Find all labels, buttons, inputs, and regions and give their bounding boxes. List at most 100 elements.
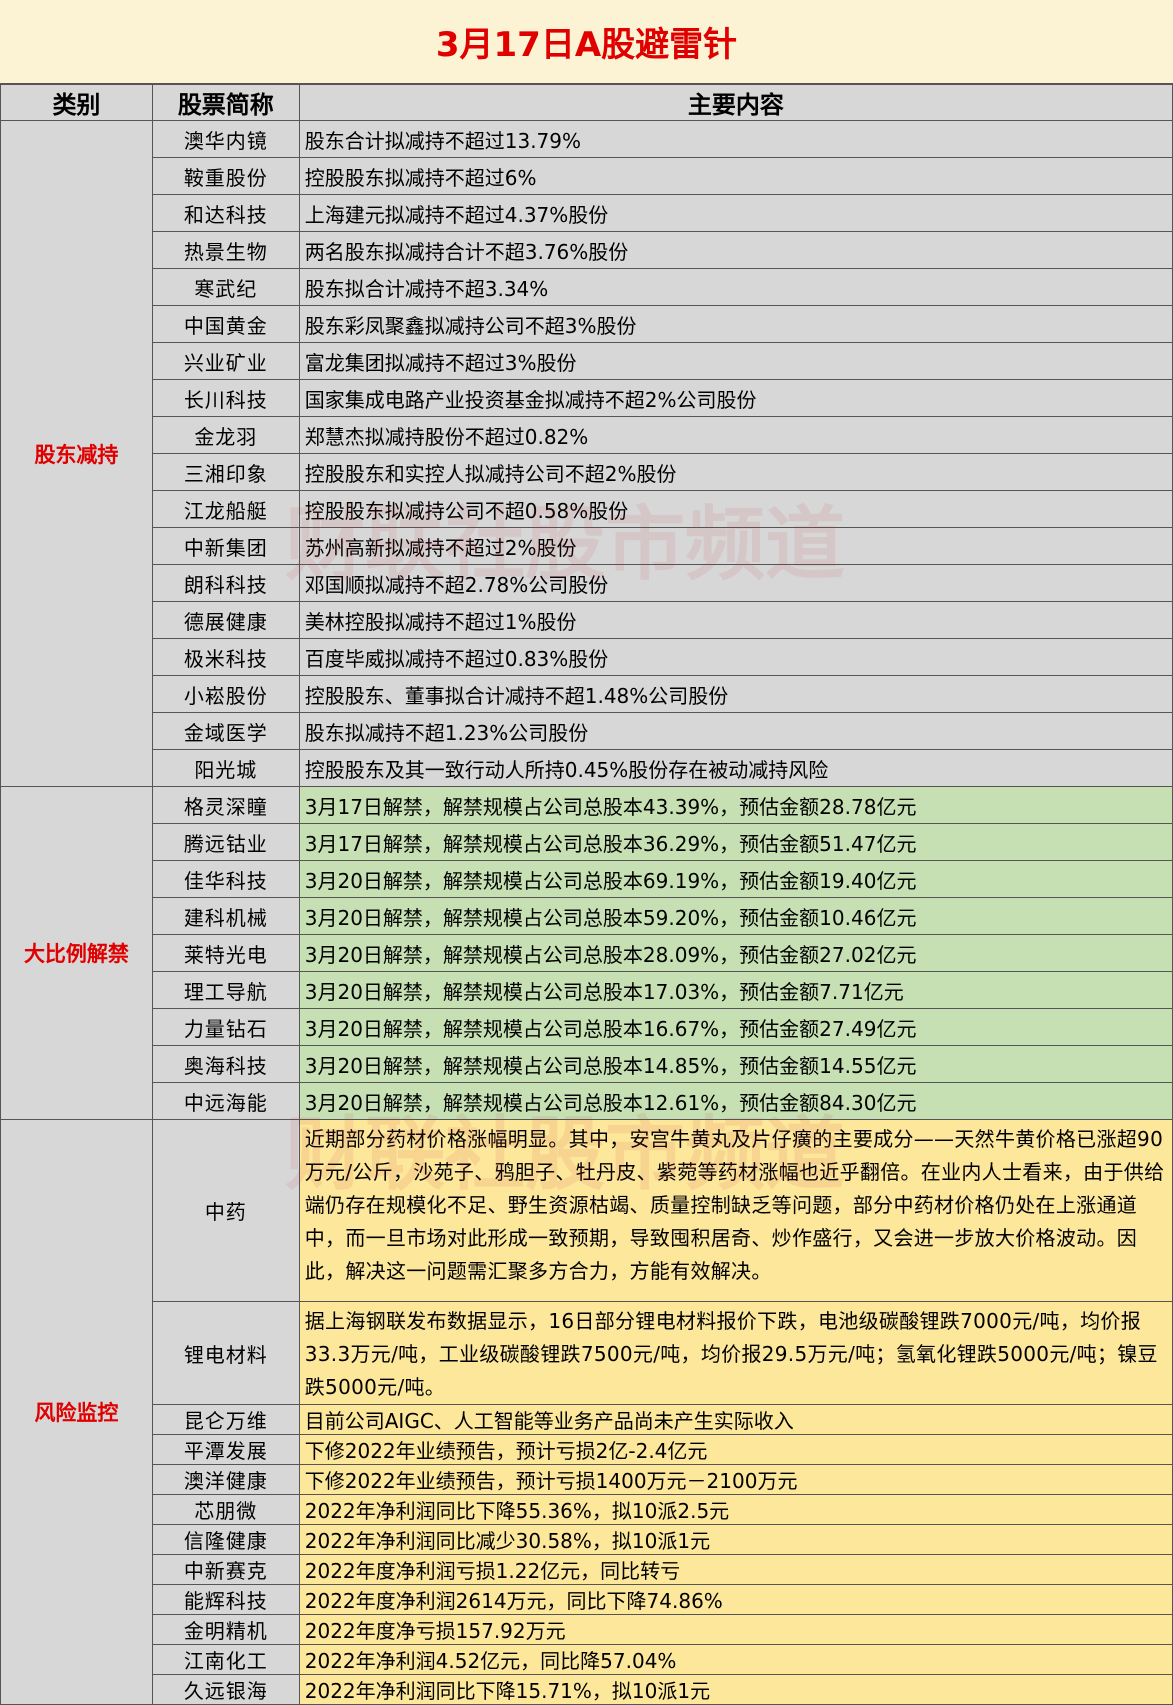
table-row: 长川科技 国家集成电路产业投资基金拟减持不超2%公司股份 bbox=[1, 379, 1173, 417]
content-cell: 3月17日解禁，解禁规模占公司总股本36.29%，预估金额51.47亿元 bbox=[298, 823, 1173, 861]
content-cell: 3月20日解禁，解禁规模占公司总股本17.03%，预估金额7.71亿元 bbox=[298, 971, 1173, 1009]
risk-table: 类别 股票简称 主要内容 股东减持 澳华内镜 股东合计拟减持不超过13.79% 鞍重股… bbox=[0, 84, 1173, 1705]
content-cell: 下修2022年业绩预告，预计亏损1400万元－2100万元 bbox=[298, 1464, 1173, 1495]
stock-name: 腾远钴业 bbox=[151, 823, 300, 861]
stock-name: 建科机械 bbox=[151, 897, 300, 935]
content-cell: 2022年净利润同比减少30.58%，拟10派1元 bbox=[298, 1524, 1173, 1555]
content-cell: 两名股东拟减持合计不超3.76%股份 bbox=[298, 231, 1173, 269]
stock-name: 澳洋健康 bbox=[151, 1464, 300, 1495]
stock-name: 和达科技 bbox=[151, 194, 300, 232]
table-row: 久远银海 2022年净利润同比下降15.71%，拟10派1元 bbox=[1, 1674, 1173, 1705]
stock-name: 芯朋微 bbox=[151, 1494, 300, 1525]
stock-name: 金域医学 bbox=[151, 712, 300, 750]
stock-name: 兴业矿业 bbox=[151, 342, 300, 380]
stock-name: 力量钻石 bbox=[151, 1008, 300, 1046]
table-body: 股东减持 澳华内镜 股东合计拟减持不超过13.79% 鞍重股份 控股股东拟减持不超过6%… bbox=[0, 120, 1173, 1705]
table-row: 三湘印象 控股股东和实控人拟减持公司不超2%股份 bbox=[1, 453, 1173, 491]
stock-name: 阳光城 bbox=[151, 749, 300, 787]
stock-name: 格灵深瞳 bbox=[151, 786, 300, 824]
table-row: 建科机械 3月20日解禁，解禁规模占公司总股本59.20%，预估金额10.46亿元 bbox=[1, 897, 1173, 935]
stock-name: 昆仑万维 bbox=[151, 1404, 300, 1435]
stock-name: 热景生物 bbox=[151, 231, 300, 269]
table-row: 奥海科技 3月20日解禁，解禁规模占公司总股本14.85%，预估金额14.55亿元 bbox=[1, 1045, 1173, 1083]
content-cell: 邓国顺拟减持不超2.78%公司股份 bbox=[298, 564, 1173, 602]
content-cell: 控股股东及其一致行动人所持0.45%股份存在被动减持风险 bbox=[298, 749, 1173, 787]
stock-name: 中新集团 bbox=[151, 527, 300, 565]
stock-name: 佳华科技 bbox=[151, 860, 300, 898]
content-cell: 2022年净利润同比下降55.36%，拟10派2.5元 bbox=[298, 1494, 1173, 1525]
content-cell: 2022年净利润4.52亿元，同比降57.04% bbox=[298, 1644, 1173, 1675]
table-row: 力量钻石 3月20日解禁，解禁规模占公司总股本16.67%，预估金额27.49亿元 bbox=[1, 1008, 1173, 1046]
stock-name: 金龙羽 bbox=[151, 416, 300, 454]
table-row: 昆仑万维 目前公司AIGC、人工智能等业务产品尚未产生实际收入 bbox=[1, 1404, 1173, 1435]
table-row: 信隆健康 2022年净利润同比减少30.58%，拟10派1元 bbox=[1, 1524, 1173, 1555]
content-cell: 据上海钢联发布数据显示，16日部分锂电材料报价下跌，电池级碳酸锂跌7000元/吨… bbox=[298, 1301, 1173, 1405]
content-cell: 美林控股拟减持不超过1%股份 bbox=[298, 601, 1173, 639]
table-row: 江龙船艇 控股股东拟减持公司不超0.58%股份 bbox=[1, 490, 1173, 528]
stock-name: 莱特光电 bbox=[151, 934, 300, 972]
content-cell: 控股股东、董事拟合计减持不超1.48%公司股份 bbox=[298, 675, 1173, 713]
table-row: 中新赛克 2022年度净利润亏损1.22亿元，同比转亏 bbox=[1, 1554, 1173, 1585]
table-row: 鞍重股份 控股股东拟减持不超过6% bbox=[1, 157, 1173, 195]
table-row: 中新集团 苏州高新拟减持不超过2%股份 bbox=[1, 527, 1173, 565]
table-row: 热景生物 两名股东拟减持合计不超3.76%股份 bbox=[1, 231, 1173, 269]
table-row: 大比例解禁 格灵深瞳 3月17日解禁，解禁规模占公司总股本43.39%，预估金额28… bbox=[0, 786, 1173, 1120]
header-row: 类别 股票简称 主要内容 bbox=[0, 84, 1173, 121]
content-cell: 下修2022年业绩预告，预计亏损2亿-2.4亿元 bbox=[298, 1434, 1173, 1465]
table-row: 中远海能 3月20日解禁，解禁规模占公司总股本12.61%，预估金额84.30亿元 bbox=[1, 1082, 1173, 1120]
content-cell: 2022年净利润同比下降15.71%，拟10派1元 bbox=[298, 1674, 1173, 1705]
table-row: 股东减持 澳华内镜 股东合计拟减持不超过13.79% bbox=[0, 120, 1173, 787]
stock-name: 锂电材料 bbox=[151, 1301, 300, 1405]
content-cell: 2022年度净亏损157.92万元 bbox=[298, 1614, 1173, 1645]
content-cell: 股东彩凤聚鑫拟减持公司不超3%股份 bbox=[298, 305, 1173, 343]
table-row: 芯朋微 2022年净利润同比下降55.36%，拟10派2.5元 bbox=[1, 1494, 1173, 1525]
content-cell: 国家集成电路产业投资基金拟减持不超2%公司股份 bbox=[298, 379, 1173, 417]
stock-name: 平潭发展 bbox=[151, 1434, 300, 1465]
stock-name: 朗科科技 bbox=[151, 564, 300, 602]
stock-name: 久远银海 bbox=[151, 1674, 300, 1705]
content-cell: 3月17日解禁，解禁规模占公司总股本43.39%，预估金额28.78亿元 bbox=[298, 786, 1173, 824]
content-cell: 2022年度净利润亏损1.22亿元，同比转亏 bbox=[298, 1554, 1173, 1585]
stock-name: 中新赛克 bbox=[151, 1554, 300, 1585]
stock-name: 中国黄金 bbox=[151, 305, 300, 343]
content-cell: 富龙集团拟减持不超过3%股份 bbox=[298, 342, 1173, 380]
stock-name: 小崧股份 bbox=[151, 675, 300, 713]
table-row: 锂电材料 据上海钢联发布数据显示，16日部分锂电材料报价下跌，电池级碳酸锂跌700… bbox=[1, 1301, 1173, 1405]
table-row: 极米科技 百度毕威拟减持不超过0.83%股份 bbox=[1, 638, 1173, 676]
category-cell: 大比例解禁 bbox=[0, 786, 153, 1120]
stock-name: 中药 bbox=[151, 1119, 300, 1302]
stock-name: 长川科技 bbox=[151, 379, 300, 417]
page-title: 3月17日A股避雷针 bbox=[0, 0, 1173, 84]
content-cell: 股东合计拟减持不超过13.79% bbox=[298, 120, 1173, 158]
table-row: 风险监控 中药 近期部分药材价格涨幅明显。其中，安宫牛黄丸及片仔癀的主要成分——天然… bbox=[0, 1119, 1173, 1705]
stock-name: 澳华内镜 bbox=[151, 120, 300, 158]
stock-name: 鞍重股份 bbox=[151, 157, 300, 195]
content-cell: 3月20日解禁，解禁规模占公司总股本12.61%，预估金额84.30亿元 bbox=[298, 1082, 1173, 1120]
stock-name: 理工导航 bbox=[151, 971, 300, 1009]
stock-name: 江南化工 bbox=[151, 1644, 300, 1675]
table-row: 澳洋健康 下修2022年业绩预告，预计亏损1400万元－2100万元 bbox=[1, 1464, 1173, 1495]
table-row: 江南化工 2022年净利润4.52亿元，同比降57.04% bbox=[1, 1644, 1173, 1675]
stock-name: 信隆健康 bbox=[151, 1524, 300, 1555]
stock-name: 中远海能 bbox=[151, 1082, 300, 1120]
stock-name: 寒武纪 bbox=[151, 268, 300, 306]
table-row: 金龙羽 郑慧杰拟减持股份不超过0.82% bbox=[1, 416, 1173, 454]
stock-name: 能辉科技 bbox=[151, 1584, 300, 1615]
stock-name: 奥海科技 bbox=[151, 1045, 300, 1083]
table-row: 阳光城 控股股东及其一致行动人所持0.45%股份存在被动减持风险 bbox=[1, 749, 1173, 787]
table-row: 兴业矿业 富龙集团拟减持不超过3%股份 bbox=[1, 342, 1173, 380]
stock-name: 极米科技 bbox=[151, 638, 300, 676]
table-row: 朗科科技 邓国顺拟减持不超2.78%公司股份 bbox=[1, 564, 1173, 602]
content-cell: 苏州高新拟减持不超过2%股份 bbox=[298, 527, 1173, 565]
content-cell: 3月20日解禁，解禁规模占公司总股本28.09%，预估金额27.02亿元 bbox=[298, 934, 1173, 972]
sheet: 3月17日A股避雷针 类别 股票简称 主要内容 股东减持 澳华内镜 股东合计拟减持不… bbox=[0, 0, 1173, 1705]
content-cell: 3月20日解禁，解禁规模占公司总股本14.85%，预估金额14.55亿元 bbox=[298, 1045, 1173, 1083]
table-row: 金域医学 股东拟减持不超1.23%公司股份 bbox=[1, 712, 1173, 750]
category-cell: 风险监控 bbox=[0, 1119, 153, 1705]
content-cell: 3月20日解禁，解禁规模占公司总股本59.20%，预估金额10.46亿元 bbox=[298, 897, 1173, 935]
content-cell: 3月20日解禁，解禁规模占公司总股本69.19%，预估金额19.40亿元 bbox=[298, 860, 1173, 898]
table-row: 佳华科技 3月20日解禁，解禁规模占公司总股本69.19%，预估金额19.40亿元 bbox=[1, 860, 1173, 898]
content-cell: 控股股东和实控人拟减持公司不超2%股份 bbox=[298, 453, 1173, 491]
content-cell: 控股股东拟减持不超过6% bbox=[298, 157, 1173, 195]
table-row: 德展健康 美林控股拟减持不超过1%股份 bbox=[1, 601, 1173, 639]
